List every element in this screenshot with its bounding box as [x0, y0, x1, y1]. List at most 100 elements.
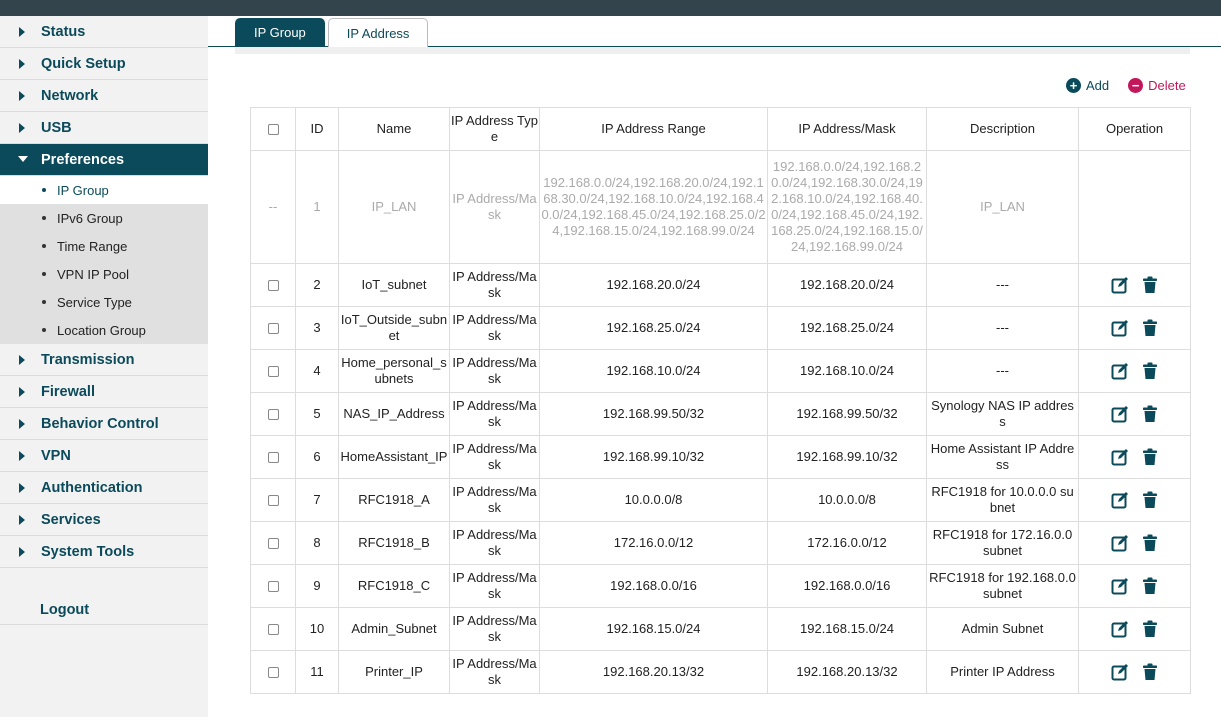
- submenu-item-service-type[interactable]: Service Type: [0, 288, 208, 316]
- trash-icon[interactable]: [1141, 319, 1159, 337]
- row-range: 192.168.20.13/32: [539, 650, 768, 694]
- row-operation: [1078, 150, 1191, 264]
- tab-bar: IP Group IP Address: [235, 18, 431, 48]
- edit-icon[interactable]: [1111, 577, 1129, 595]
- table-row: 7 RFC1918_A IP Address/Mask 10.0.0.0/8 10.0.…: [250, 478, 1191, 522]
- trash-icon[interactable]: [1141, 362, 1159, 380]
- row-type: IP Address/Mask: [449, 478, 540, 522]
- row-operation: [1078, 650, 1191, 694]
- sidebar-item-transmission[interactable]: Transmission: [0, 344, 208, 376]
- row-checkbox[interactable]: [267, 452, 279, 464]
- sidebar-item-system-tools[interactable]: System Tools: [0, 536, 208, 568]
- sidebar-item-usb[interactable]: USB: [0, 112, 208, 144]
- add-button[interactable]: + Add: [1066, 78, 1109, 93]
- submenu-item-ip-group[interactable]: IP Group: [0, 176, 208, 204]
- row-mask: 192.168.25.0/24: [767, 306, 927, 350]
- caret-right-icon: [19, 387, 25, 397]
- row-range: 192.168.25.0/24: [539, 306, 768, 350]
- row-operation: [1078, 564, 1191, 608]
- sidebar-item-authentication[interactable]: Authentication: [0, 472, 208, 504]
- row-type: IP Address/Mask: [449, 564, 540, 608]
- tab-ip-group[interactable]: IP Group: [235, 18, 325, 46]
- trash-icon[interactable]: [1141, 534, 1159, 552]
- sidebar-item-preferences[interactable]: Preferences: [0, 144, 208, 176]
- row-mask: 10.0.0.0/8: [767, 478, 927, 522]
- submenu-item-ipv6-group[interactable]: IPv6 Group: [0, 204, 208, 232]
- edit-icon[interactable]: [1111, 534, 1129, 552]
- trash-icon[interactable]: [1141, 491, 1159, 509]
- sidebar-item-firewall[interactable]: Firewall: [0, 376, 208, 408]
- sidebar-item-label: Status: [41, 23, 86, 40]
- trash-icon[interactable]: [1141, 620, 1159, 638]
- delete-button[interactable]: − Delete: [1128, 78, 1186, 93]
- row-checkbox[interactable]: [267, 323, 279, 335]
- row-checkbox[interactable]: [267, 667, 279, 679]
- caret-right-icon: [19, 27, 25, 37]
- row-description: IP_LAN: [926, 150, 1079, 264]
- row-checkbox[interactable]: [267, 624, 279, 636]
- edit-icon[interactable]: [1111, 620, 1129, 638]
- row-select-cell: [250, 564, 296, 608]
- edit-icon[interactable]: [1111, 448, 1129, 466]
- sidebar-item-status[interactable]: Status: [0, 16, 208, 48]
- trash-icon[interactable]: [1141, 405, 1159, 423]
- row-name: IoT_subnet: [338, 263, 450, 307]
- table-header-row: ID Name IP Address Type IP Address Range…: [250, 107, 1191, 151]
- sidebar-item-label: Authentication: [41, 479, 143, 496]
- sidebar-item-vpn[interactable]: VPN: [0, 440, 208, 472]
- trash-icon[interactable]: [1141, 448, 1159, 466]
- edit-icon[interactable]: [1111, 491, 1129, 509]
- row-type: IP Address/Mask: [449, 650, 540, 694]
- row-mask: 192.168.0.0/24,192.168.20.0/24,192.168.3…: [767, 150, 927, 264]
- plus-circle-icon: +: [1066, 78, 1081, 93]
- column-header-description: Description: [926, 107, 1079, 151]
- row-type: IP Address/Mask: [449, 306, 540, 350]
- sidebar-item-label: Preferences: [41, 151, 125, 168]
- sidebar-item-quick-setup[interactable]: Quick Setup: [0, 48, 208, 80]
- submenu-item-vpn-ip-pool[interactable]: VPN IP Pool: [0, 260, 208, 288]
- submenu-item-time-range[interactable]: Time Range: [0, 232, 208, 260]
- submenu-item-label: Time Range: [57, 238, 128, 254]
- row-checkbox[interactable]: [267, 280, 279, 292]
- edit-icon[interactable]: [1111, 362, 1129, 380]
- table-row: -- 1 IP_LAN IP Address/Mask 192.168.0.0/…: [250, 150, 1191, 264]
- row-checkbox[interactable]: [267, 409, 279, 421]
- row-range: 192.168.99.10/32: [539, 435, 768, 479]
- tab-ip-address[interactable]: IP Address: [327, 18, 429, 48]
- row-name: NAS_IP_Address: [338, 392, 450, 436]
- trash-icon[interactable]: [1141, 276, 1159, 294]
- sidebar-item-behavior-control[interactable]: Behavior Control: [0, 408, 208, 440]
- row-check-placeholder: --: [250, 150, 296, 264]
- delete-button-label: Delete: [1148, 78, 1186, 93]
- row-operation: [1078, 392, 1191, 436]
- row-checkbox[interactable]: [267, 495, 279, 507]
- row-id: 4: [295, 349, 339, 393]
- table-row: 3 IoT_Outside_subnet IP Address/Mask 192.16…: [250, 306, 1191, 350]
- edit-icon[interactable]: [1111, 319, 1129, 337]
- column-header-id: ID: [295, 107, 339, 151]
- row-select-cell: [250, 263, 296, 307]
- logout-link[interactable]: Logout: [0, 568, 208, 625]
- row-type: IP Address/Mask: [449, 607, 540, 651]
- row-checkbox[interactable]: [267, 366, 279, 378]
- edit-icon[interactable]: [1111, 405, 1129, 423]
- sidebar-item-services[interactable]: Services: [0, 504, 208, 536]
- trash-icon[interactable]: [1141, 577, 1159, 595]
- submenu-item-label: IP Group: [57, 182, 109, 198]
- select-all-checkbox[interactable]: [267, 124, 279, 136]
- trash-icon[interactable]: [1141, 663, 1159, 681]
- submenu-item-label: Location Group: [57, 322, 146, 338]
- caret-right-icon: [19, 547, 25, 557]
- row-name: HomeAssistant_IP: [338, 435, 450, 479]
- edit-icon[interactable]: [1111, 663, 1129, 681]
- sidebar-item-network[interactable]: Network: [0, 80, 208, 112]
- submenu-item-label: IPv6 Group: [57, 210, 123, 226]
- row-id: 7: [295, 478, 339, 522]
- edit-icon[interactable]: [1111, 276, 1129, 294]
- row-checkbox[interactable]: [267, 581, 279, 593]
- sidebar-item-label: Quick Setup: [41, 55, 126, 72]
- table-row: 10 Admin_Subnet IP Address/Mask 192.168.15.…: [250, 607, 1191, 651]
- submenu-item-location-group[interactable]: Location Group: [0, 316, 208, 344]
- caret-right-icon: [19, 91, 25, 101]
- row-checkbox[interactable]: [267, 538, 279, 550]
